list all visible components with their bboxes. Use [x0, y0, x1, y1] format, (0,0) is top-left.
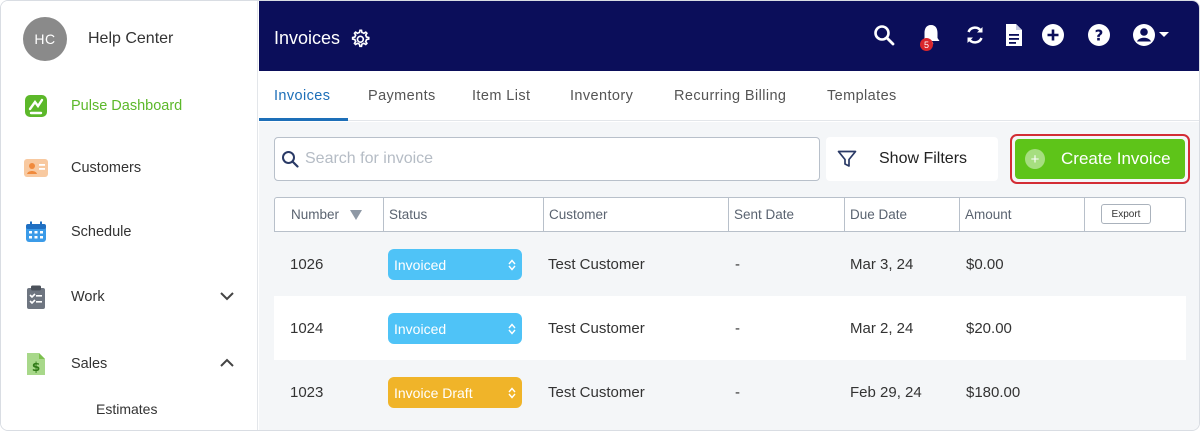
top-bar: Invoices 5 ?	[259, 1, 1199, 71]
search-icon	[281, 150, 299, 168]
document-icon[interactable]	[1002, 23, 1026, 47]
sidebar-item-sales[interactable]: $ Sales	[23, 351, 239, 377]
amount: $180.00	[966, 383, 1021, 401]
column-header-amount[interactable]: Amount	[960, 198, 1085, 231]
due-date: Mar 3, 24	[850, 255, 914, 273]
sidebar-item-pulse-dashboard[interactable]: Pulse Dashboard	[23, 93, 239, 119]
filter-icon	[837, 150, 857, 168]
export-button[interactable]: Export	[1101, 204, 1151, 224]
amount: $0.00	[966, 255, 1004, 273]
page-title: Invoices	[274, 28, 341, 48]
invoice-number[interactable]: 1026	[290, 232, 323, 296]
invoice-number[interactable]: 1024	[290, 296, 323, 360]
sidebar-item-work[interactable]: Work	[23, 284, 239, 310]
account-name: Help Center	[88, 30, 174, 47]
show-filters-label: Show Filters	[879, 150, 968, 167]
avatar[interactable]: HC	[23, 17, 67, 61]
column-header-customer[interactable]: Customer	[544, 198, 729, 231]
customers-card-icon	[23, 155, 49, 181]
column-header-due-date[interactable]: Due Date	[845, 198, 960, 231]
show-filters-button[interactable]: Show Filters	[826, 137, 998, 181]
clipboard-icon	[23, 284, 49, 310]
column-header-status[interactable]: Status	[384, 198, 544, 231]
sent-date: -	[735, 319, 740, 337]
status-select[interactable]: Invoice Draft	[388, 377, 522, 408]
invoice-number[interactable]: 1023	[290, 360, 323, 424]
create-invoice-label: Create Invoice	[1061, 149, 1171, 168]
status-value: Invoiced	[394, 256, 447, 273]
select-arrows-icon	[508, 258, 516, 274]
tab-inventory[interactable]: Inventory	[570, 88, 633, 104]
sidebar-item-label: Sales	[71, 356, 108, 372]
sidebar-item-label: Work	[71, 289, 105, 305]
customer-name[interactable]: Test Customer	[548, 232, 645, 296]
sidebar: HC Help Center Pulse Dashboard Customers…	[1, 1, 258, 430]
status-select[interactable]: Invoiced	[388, 249, 522, 280]
tab-recurring-billing[interactable]: Recurring Billing	[674, 88, 786, 104]
chevron-up-icon[interactable]	[219, 355, 235, 376]
search-icon[interactable]	[872, 23, 896, 47]
customer-name[interactable]: Test Customer	[548, 360, 645, 424]
sent-date: -	[735, 255, 740, 273]
create-invoice-button[interactable]: + Create Invoice	[1015, 139, 1185, 179]
notification-count-badge: 5	[920, 38, 933, 51]
due-date: Mar 2, 24	[850, 319, 914, 337]
search-box	[274, 137, 820, 181]
dollar-document-icon: $	[23, 351, 49, 377]
plus-icon: +	[1025, 149, 1045, 169]
status-value: Invoice Draft	[394, 384, 473, 401]
select-arrows-icon	[508, 322, 516, 338]
tab-invoices[interactable]: Invoices	[274, 88, 330, 104]
amount: $20.00	[966, 319, 1012, 337]
svg-text:$: $	[32, 360, 40, 374]
sidebar-item-label: Schedule	[71, 224, 132, 240]
sent-date: -	[735, 383, 740, 401]
tab-bar: Invoices Payments Item List Inventory Re…	[259, 71, 1199, 121]
app-window: HC Help Center Pulse Dashboard Customers…	[0, 0, 1200, 431]
pulse-icon	[23, 93, 49, 119]
sidebar-item-schedule[interactable]: Schedule	[23, 219, 239, 245]
help-icon[interactable]: ?	[1087, 23, 1111, 47]
tab-item-list[interactable]: Item List	[472, 88, 530, 104]
table-row[interactable]: 1023 Invoice Draft Test Customer - Feb 2…	[274, 360, 1186, 424]
column-header-number[interactable]: Number	[275, 198, 384, 231]
tab-templates[interactable]: Templates	[827, 88, 897, 104]
svg-text:?: ?	[1095, 27, 1104, 45]
status-select[interactable]: Invoiced	[388, 313, 522, 344]
chevron-down-icon[interactable]	[219, 288, 235, 309]
table-header: Number Status Customer Sent Date Due Dat…	[274, 197, 1186, 232]
sort-down-icon[interactable]	[349, 209, 363, 221]
due-date: Feb 29, 24	[850, 383, 922, 401]
status-value: Invoiced	[394, 320, 447, 337]
table-row[interactable]: 1026 Invoiced Test Customer - Mar 3, 24 …	[274, 232, 1186, 296]
column-header-sent-date[interactable]: Sent Date	[729, 198, 845, 231]
sidebar-subitem-estimates[interactable]: Estimates	[96, 401, 157, 417]
select-arrows-icon	[508, 386, 516, 402]
sidebar-item-label: Pulse Dashboard	[71, 98, 183, 114]
tab-payments[interactable]: Payments	[368, 88, 436, 104]
customer-name[interactable]: Test Customer	[548, 296, 645, 360]
calendar-icon	[23, 219, 49, 245]
main-content: Show Filters + Create Invoice Number Sta…	[259, 122, 1199, 430]
sidebar-item-customers[interactable]: Customers	[23, 155, 239, 181]
add-circle-icon[interactable]	[1041, 23, 1065, 47]
account-icon[interactable]	[1131, 23, 1175, 47]
sync-icon[interactable]	[963, 23, 987, 47]
search-input[interactable]	[305, 150, 805, 168]
sidebar-item-label: Customers	[71, 160, 142, 176]
active-tab-indicator	[259, 118, 348, 121]
table-row[interactable]: 1024 Invoiced Test Customer - Mar 2, 24 …	[274, 296, 1186, 360]
sidebar-header: HC Help Center	[23, 17, 173, 61]
settings-gear-icon[interactable]	[349, 28, 371, 55]
create-invoice-highlight: + Create Invoice	[1010, 134, 1190, 184]
